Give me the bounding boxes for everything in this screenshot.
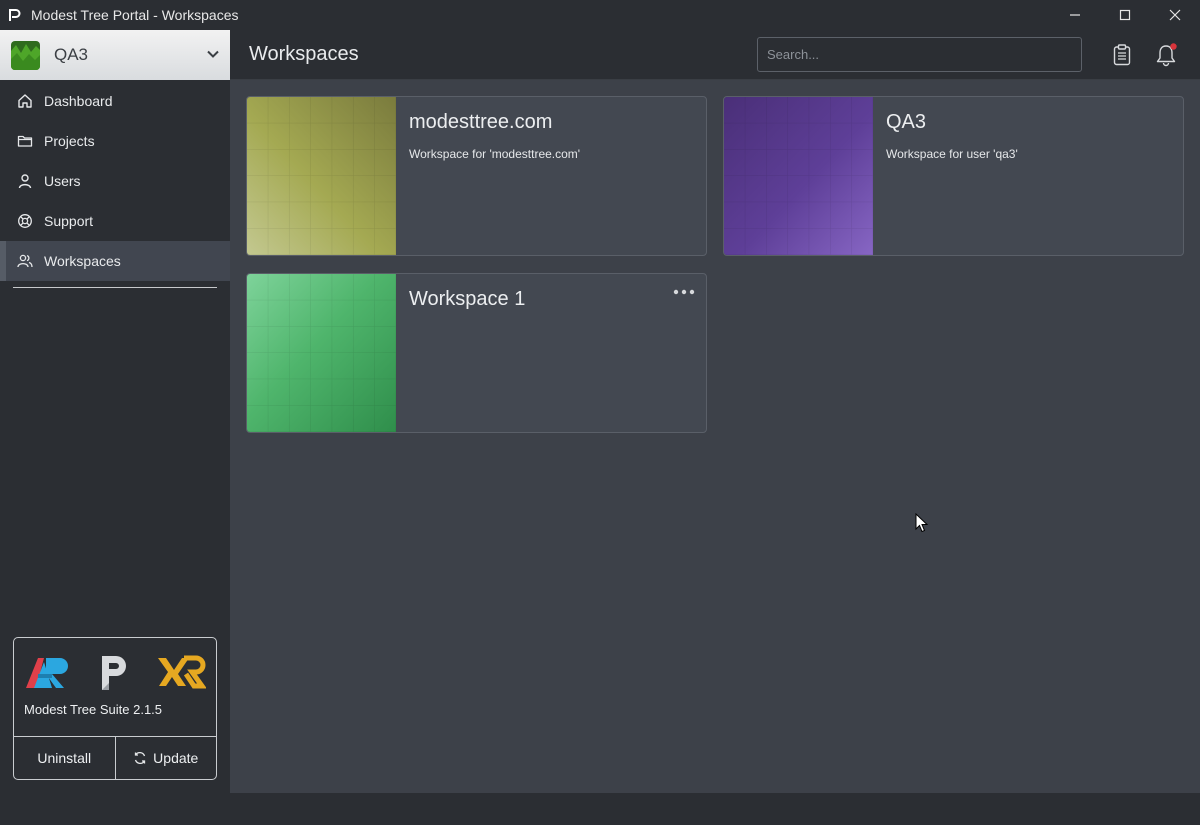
- workspace-card[interactable]: Workspace 1: [246, 273, 707, 433]
- clipboard-button[interactable]: [1109, 42, 1135, 68]
- suite-actions: Uninstall Update: [14, 736, 216, 779]
- more-options-button[interactable]: [672, 284, 696, 300]
- minimize-icon: [1070, 14, 1080, 16]
- sidebar-nav: Dashboard Projects Users Support Workspa…: [0, 81, 230, 288]
- uninstall-label: Uninstall: [37, 750, 92, 766]
- close-button[interactable]: [1150, 0, 1200, 30]
- workspace-card[interactable]: modesttree.com Workspace for 'modesttree…: [246, 96, 707, 256]
- ar-logo-icon: [26, 658, 68, 688]
- workspace-name: QA3: [886, 111, 927, 133]
- sidebar-item-workspaces[interactable]: Workspaces: [0, 241, 230, 281]
- status-bar: [0, 793, 1200, 825]
- workspace-name: Workspace 1: [409, 288, 526, 310]
- lifebuoy-icon: [16, 212, 34, 230]
- sidebar-item-users[interactable]: Users: [0, 161, 230, 201]
- update-label: Update: [153, 750, 199, 766]
- workspace-name: modesttree.com: [409, 111, 553, 133]
- sidebar-item-support[interactable]: Support: [0, 201, 230, 241]
- refresh-icon: [135, 751, 146, 765]
- sidebar-divider: [13, 287, 217, 288]
- chevron-down-icon: [207, 50, 219, 58]
- clipboard-icon: [1113, 44, 1131, 66]
- workspace-thumbnail: [247, 274, 396, 432]
- workspace-thumbnail: [724, 97, 873, 255]
- p-logo-icon: [102, 656, 126, 690]
- workspace-description: Workspace for user 'qa3': [886, 147, 1018, 161]
- uninstall-button[interactable]: Uninstall: [14, 737, 115, 779]
- sidebar-item-projects[interactable]: Projects: [0, 121, 230, 161]
- title-bar: Modest Tree Portal - Workspaces: [0, 0, 1200, 30]
- page-title: Workspaces: [249, 43, 359, 65]
- xr-logo-icon: [158, 655, 206, 689]
- workspace-selector[interactable]: QA3: [0, 30, 230, 80]
- sidebar-item-label: Dashboard: [44, 93, 113, 109]
- sidebar-item-label: Projects: [44, 133, 95, 149]
- app-logo-icon: [9, 9, 21, 21]
- workspace-selector-name: QA3: [54, 45, 89, 64]
- notifications-button[interactable]: [1153, 42, 1179, 68]
- home-icon: [16, 92, 34, 110]
- folder-icon: [16, 132, 34, 150]
- suite-card: Modest Tree Suite 2.1.5 Uninstall Update: [13, 637, 217, 780]
- maximize-button[interactable]: [1100, 0, 1150, 30]
- sidebar: QA3 Dashboard Projects Users Support Wor…: [0, 30, 230, 793]
- update-button[interactable]: Update: [114, 737, 217, 779]
- close-icon: [1169, 9, 1181, 21]
- workspace-selector-thumbnail: [11, 40, 40, 70]
- suite-logos: [14, 638, 216, 700]
- mouse-cursor-icon: [915, 513, 929, 533]
- sidebar-item-label: Workspaces: [44, 253, 121, 269]
- workspace-card[interactable]: QA3 Workspace for user 'qa3': [723, 96, 1184, 256]
- main-content: modesttree.com Workspace for 'modesttree…: [230, 80, 1200, 793]
- sidebar-item-dashboard[interactable]: Dashboard: [0, 81, 230, 121]
- maximize-icon: [1119, 9, 1131, 21]
- workspace-thumbnail: [247, 97, 396, 255]
- window-title: Modest Tree Portal - Workspaces: [31, 7, 239, 23]
- users-icon: [16, 252, 34, 270]
- page-header: Workspaces: [230, 30, 1200, 80]
- sidebar-item-label: Users: [44, 173, 81, 189]
- bell-icon: [1156, 43, 1177, 67]
- ellipsis-icon: [673, 289, 695, 295]
- workspace-description: Workspace for 'modesttree.com': [409, 147, 581, 161]
- user-icon: [16, 172, 34, 190]
- sidebar-item-label: Support: [44, 213, 94, 229]
- suite-name: Modest Tree Suite 2.1.5: [24, 702, 163, 717]
- search-input[interactable]: [757, 37, 1082, 72]
- minimize-button[interactable]: [1050, 0, 1100, 30]
